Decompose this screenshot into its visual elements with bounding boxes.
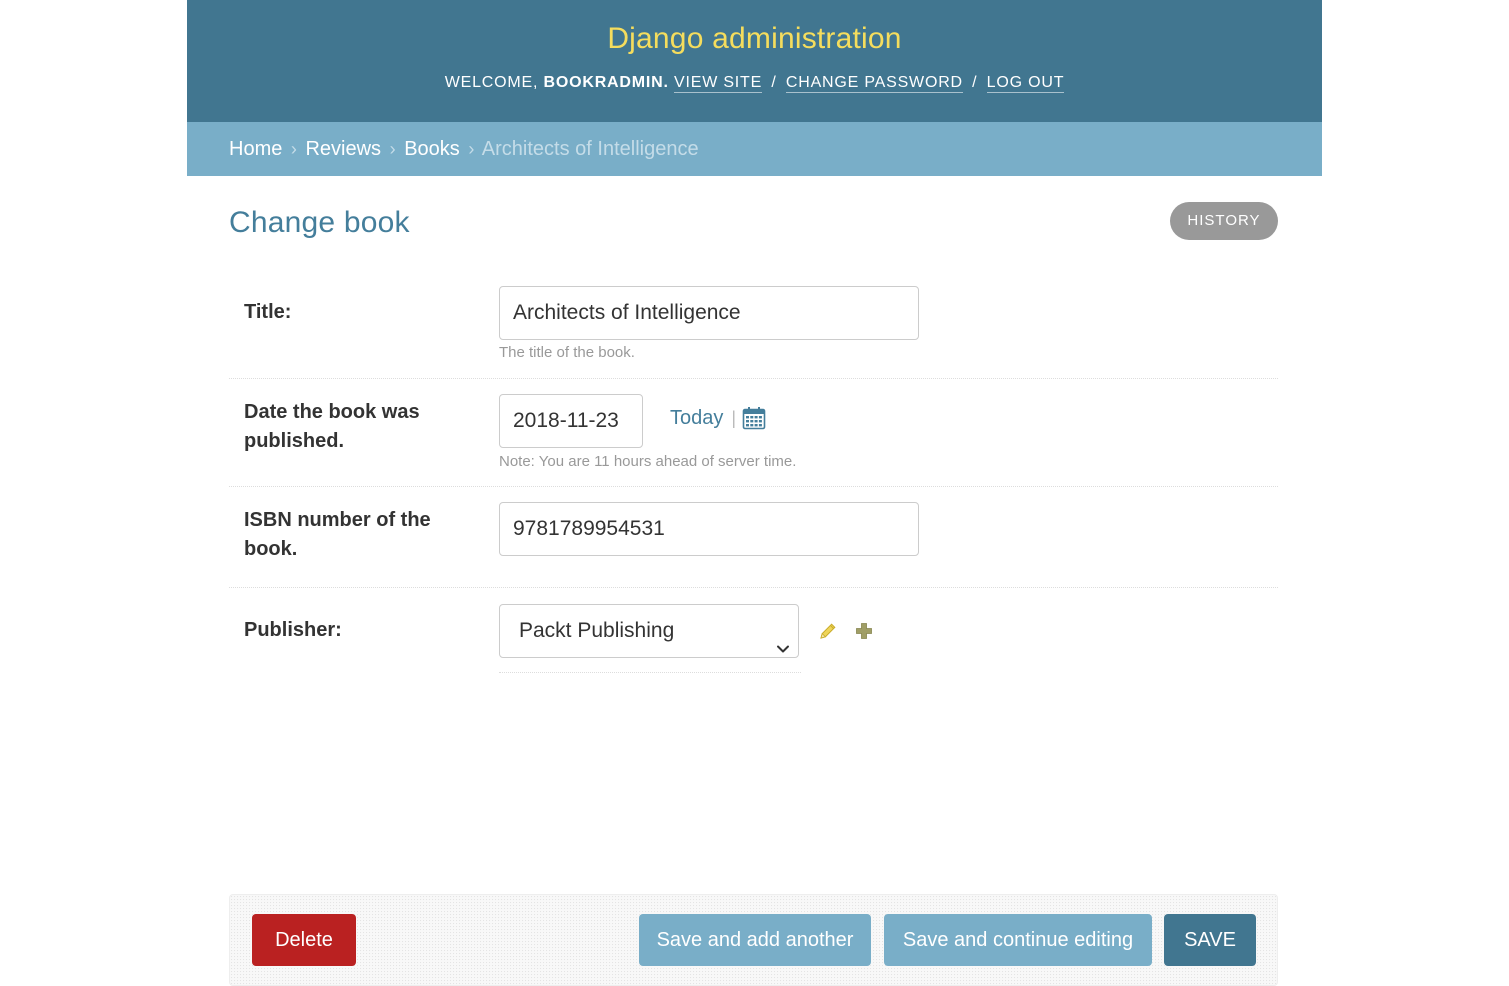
breadcrumb: Home › Reviews › Books › Architects of I…	[187, 122, 1322, 176]
delete-button[interactable]: Delete	[252, 914, 356, 966]
save-button[interactable]: SAVE	[1164, 914, 1256, 966]
chevron-down-icon	[776, 624, 790, 653]
publisher-label: Publisher:	[244, 619, 342, 641]
title-input[interactable]	[499, 286, 919, 340]
breadcrumb-reviews[interactable]: Reviews	[305, 138, 381, 160]
history-button[interactable]: HISTORY	[1170, 202, 1278, 240]
change-password-link[interactable]: CHANGE PASSWORD	[785, 74, 963, 93]
submit-row: Delete Save and add another Save and con…	[229, 894, 1278, 986]
breadcrumb-books[interactable]: Books	[404, 138, 460, 160]
today-link[interactable]: Today	[670, 407, 723, 430]
user-tools: WELCOME, BOOKRADMIN. VIEW SITE / CHANGE …	[187, 74, 1322, 93]
form-row-title: Title: The title of the book.	[229, 286, 1278, 379]
log-out-link[interactable]: LOG OUT	[986, 74, 1065, 93]
separator: /	[771, 74, 777, 91]
pencil-icon[interactable]	[818, 621, 838, 641]
shortcut-separator: |	[731, 407, 737, 428]
breadcrumb-home[interactable]: Home	[229, 138, 282, 160]
admin-header: Django administration WELCOME, BOOKRADMI…	[187, 0, 1322, 122]
date-shortcuts: Today |	[670, 406, 766, 430]
form-row-isbn: ISBN number of the book.	[229, 487, 1278, 588]
title-label: Title:	[244, 301, 292, 323]
timezone-help-text: Note: You are 11 hours ahead of server t…	[499, 453, 797, 470]
publisher-selected-value: Packt Publishing	[519, 619, 675, 642]
page-title: Change book	[229, 206, 410, 239]
publication-date-label: Date the book was published.	[244, 401, 420, 452]
separator: /	[972, 74, 978, 91]
form-row-publication-date: Date the book was published. Today |	[229, 379, 1278, 487]
site-branding[interactable]: Django administration	[187, 22, 1322, 56]
plus-icon[interactable]	[855, 622, 873, 640]
username: BOOKRADMIN.	[543, 74, 669, 91]
book-form: Title: The title of the book. Date the b…	[229, 286, 1278, 673]
title-help-text: The title of the book.	[499, 344, 635, 361]
view-site-link[interactable]: VIEW SITE	[674, 74, 763, 93]
save-and-add-another-button[interactable]: Save and add another	[639, 914, 871, 966]
breadcrumb-separator: ›	[290, 139, 297, 159]
isbn-input[interactable]	[499, 502, 919, 556]
breadcrumb-separator: ›	[389, 139, 396, 159]
save-and-continue-button[interactable]: Save and continue editing	[884, 914, 1152, 966]
divider	[499, 672, 801, 673]
isbn-label: ISBN number of the book.	[244, 509, 431, 560]
calendar-icon[interactable]	[742, 406, 766, 430]
admin-page: Django administration WELCOME, BOOKRADMI…	[187, 0, 1322, 986]
breadcrumb-separator: ›	[468, 139, 475, 159]
form-row-publisher: Publisher: Packt Publishing	[229, 588, 1278, 673]
publisher-select[interactable]: Packt Publishing	[499, 604, 799, 658]
welcome-text: WELCOME,	[444, 74, 539, 91]
publication-date-input[interactable]	[499, 394, 643, 448]
breadcrumb-current: Architects of Intelligence	[481, 138, 699, 160]
